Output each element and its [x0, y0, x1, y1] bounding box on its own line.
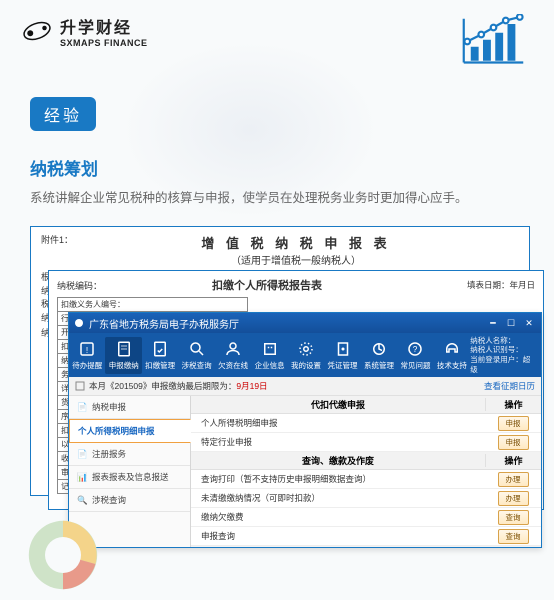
notice-date: 9月19日: [236, 380, 267, 392]
tool-system[interactable]: 系统管理: [361, 340, 397, 371]
maximize-button[interactable]: ☐: [503, 316, 519, 330]
tool-withhold[interactable]: 扣缴管理: [142, 340, 178, 371]
sidebar-item-query[interactable]: 🔍涉税查询: [69, 489, 190, 512]
brand-en: SXMAPS FINANCE: [60, 38, 148, 48]
action-button[interactable]: 办理: [498, 472, 529, 487]
doc-icon: 📄: [77, 402, 87, 412]
action-button[interactable]: 查询: [498, 529, 529, 544]
section-header: 查询、缴款及作废: [191, 454, 485, 467]
doc2-title: 扣缴个人所得税报告表: [212, 277, 322, 293]
row-label: 查询打印（暂不支持历史申报明细数据查询）: [191, 470, 485, 488]
notice-bar: 本月《201509》申报缴纳最后期限为： 9月19日 查看征期日历: [69, 377, 541, 396]
doc-icon: 📄: [77, 449, 87, 459]
tool-declare[interactable]: 申报缴纳: [105, 337, 141, 374]
main-panel: 代扣代缴申报操作个人所得税明细申报申报特定行业申报申报查询、缴款及作废操作查询打…: [191, 396, 541, 547]
brand-cn: 升学财经: [60, 14, 148, 38]
titlebar: 广东省地方税务局电子办税服务厅 ━ ☐ ✕: [69, 313, 541, 333]
action-button[interactable]: 办理: [498, 491, 529, 506]
toolbar: !待办提醒 申报缴纳 扣缴管理 涉税查询 欠资在线 企业信息 我的设置 凭证管理…: [69, 333, 541, 377]
list-item: 个人所得税明细申报申报: [191, 414, 541, 433]
op-header: 操作: [485, 454, 541, 467]
brand-logo-icon: [22, 16, 52, 46]
sidebar-item-reports[interactable]: 📊报表报表及信息报送: [69, 466, 190, 489]
tool-support[interactable]: 技术支持: [434, 340, 470, 371]
row-label: 个人所得税明细申报: [191, 414, 485, 432]
tool-faq[interactable]: ?常见问题: [397, 340, 433, 371]
minimize-button[interactable]: ━: [485, 316, 501, 330]
tool-cert[interactable]: 凭证管理: [324, 340, 360, 371]
tax-app-window: 广东省地方税务局电子办税服务厅 ━ ☐ ✕ !待办提醒 申报缴纳 扣缴管理 涉税…: [68, 312, 542, 548]
close-button[interactable]: ✕: [521, 316, 537, 330]
svg-text:!: !: [86, 345, 88, 354]
doc2-left: 纳税编码：: [57, 279, 102, 292]
section-badge: 经验: [30, 97, 96, 131]
sidebar-item-register[interactable]: 📄注册报务: [69, 443, 190, 466]
app-icon: [73, 317, 85, 329]
svg-text:?: ?: [413, 345, 418, 354]
row-label: 缴纳欠缴费: [191, 508, 485, 526]
list-item: 特定行业申报申报: [191, 433, 541, 452]
action-button[interactable]: 查询: [498, 510, 529, 525]
row-label: 申报查询: [191, 527, 485, 545]
page-description: 系统讲解企业常见税种的核算与申报，使学员在处理税务业务时更加得心应手。: [30, 188, 524, 208]
tool-pending[interactable]: !待办提醒: [69, 340, 105, 371]
tool-company[interactable]: 企业信息: [251, 340, 287, 371]
list-item: 申报查询查询: [191, 527, 541, 546]
row-label: 未清缴缴纳情况（可即时扣款）: [191, 489, 485, 507]
sidebar-item-personal-tax[interactable]: 个人所得税明细申报: [69, 419, 191, 443]
notice-text: 本月《201509》申报缴纳最后期限为：: [89, 380, 236, 392]
tool-settings[interactable]: 我的设置: [288, 340, 324, 371]
calendar-icon: [75, 381, 85, 391]
search-icon: 🔍: [77, 495, 87, 505]
chart-decoration-icon: [462, 14, 532, 69]
tool-query[interactable]: 涉税查询: [178, 340, 214, 371]
action-button[interactable]: 申报: [498, 416, 529, 431]
vat-form-subtitle: （适用于增值税一般纳税人）: [73, 252, 519, 267]
tool-online[interactable]: 欠资在线: [215, 340, 251, 371]
doc2-date: 填表日期：年月日: [467, 279, 535, 291]
view-calendar-link[interactable]: 查看征期日历: [484, 380, 535, 392]
list-item: 缴纳欠缴费查询: [191, 508, 541, 527]
brand: 升学财经 SXMAPS FINANCE: [22, 14, 148, 48]
list-item: 未清缴缴纳情况（可即时扣款） 办理: [191, 489, 541, 508]
section-header: 代扣代缴申报: [191, 398, 485, 411]
doc-icon: 📊: [77, 472, 87, 482]
window-title: 广东省地方税务局电子办税服务厅: [89, 316, 239, 331]
page-title: 纳税筹划: [30, 155, 554, 180]
action-button[interactable]: 申报: [498, 435, 529, 450]
user-info: 纳税人名称： 纳税人识别号： 当前登录用户：超级: [470, 336, 541, 375]
sidebar-item-declare[interactable]: 📄纳税申报: [69, 396, 190, 419]
op-header: 操作: [485, 398, 541, 411]
pie-decoration-icon: [18, 510, 108, 600]
attachment-label: 附件1：: [41, 233, 73, 246]
vat-form-title: 增 值 税 纳 税 申 报 表: [73, 233, 519, 252]
list-item: 查询打印（暂不支持历史申报明细数据查询） 办理: [191, 470, 541, 489]
row-label: 特定行业申报: [191, 433, 485, 451]
